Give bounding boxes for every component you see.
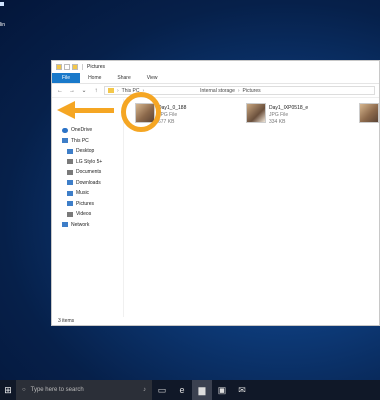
- tab-share[interactable]: Share: [109, 73, 138, 83]
- file-type: JPG File: [158, 112, 178, 118]
- recent-locations-button[interactable]: ⌄: [80, 87, 88, 94]
- file-size: 334 KB: [269, 119, 286, 125]
- item-count: 3 items: [58, 318, 75, 324]
- tab-view[interactable]: View: [139, 73, 166, 83]
- file-tile[interactable]: Day1_IXP0518_e JPG File 334 KB: [246, 103, 308, 126]
- nav-item-label: OneDrive: [71, 127, 93, 134]
- taskbar: ⊞ ○ Type here to search ♪ ▭ e ▆ ▣ ✉: [0, 380, 380, 400]
- network-icon: [62, 222, 68, 228]
- status-bar: 3 items: [52, 317, 379, 325]
- nav-item-documents[interactable]: Documents: [52, 167, 123, 178]
- microphone-icon[interactable]: ♪: [143, 387, 146, 393]
- annotation-highlight-circle: [121, 92, 161, 132]
- onedrive-icon: [62, 127, 68, 133]
- nav-item-label: Pictures: [76, 200, 95, 207]
- file-type: JPG File: [269, 112, 289, 118]
- nav-item-lg-stylo[interactable]: LG Stylo 5+: [52, 157, 123, 168]
- title-bar: Pictures: [52, 61, 379, 73]
- tab-file[interactable]: File: [52, 73, 81, 83]
- file-explorer-icon[interactable]: ▆: [192, 380, 212, 400]
- nav-item-network[interactable]: Network: [52, 220, 123, 231]
- properties-icon[interactable]: [64, 64, 70, 70]
- nav-item-label: Network: [71, 221, 90, 228]
- chevron-right-icon: ›: [237, 87, 240, 94]
- breadcrumb-pictures[interactable]: Pictures: [243, 88, 261, 94]
- forward-button[interactable]: →: [68, 88, 76, 94]
- nav-item-label: Downloads: [76, 179, 101, 186]
- folder-icon: [108, 88, 114, 93]
- store-icon[interactable]: ▣: [212, 380, 232, 400]
- chevron-right-icon: ›: [117, 87, 119, 94]
- file-name: Day1_0_188: [158, 105, 187, 111]
- desktop-icon-label: lin: [0, 22, 6, 28]
- task-view-icon[interactable]: ▭: [152, 380, 172, 400]
- nav-item-this-pc[interactable]: This PC: [52, 136, 123, 147]
- nav-item-onedrive[interactable]: OneDrive: [52, 125, 123, 136]
- nav-item-label: Videos: [76, 211, 92, 218]
- search-placeholder: Type here to search: [30, 387, 84, 393]
- file-explorer-window: Pictures File Home Share View ← → ⌄ ↑ › …: [51, 60, 380, 326]
- file-size: 677 KB: [158, 119, 175, 125]
- address-bar-row: ← → ⌄ ↑ › This PC › Internal storage › P…: [52, 84, 379, 98]
- up-button[interactable]: ↑: [92, 88, 100, 94]
- annotation-arrow-head: [57, 101, 75, 119]
- videos-icon: [67, 211, 73, 217]
- mail-icon[interactable]: ✉: [232, 380, 252, 400]
- tab-home[interactable]: Home: [80, 73, 109, 83]
- edge-icon[interactable]: e: [172, 380, 192, 400]
- desktop-folder-icon: [67, 148, 73, 154]
- file-thumbnail: [246, 103, 266, 123]
- nav-item-label: Music: [76, 190, 90, 197]
- file-list: Day1_0_188 JPG File 677 KB Day1_IXP0518_…: [123, 99, 379, 317]
- nav-item-music[interactable]: Music: [52, 188, 123, 199]
- ribbon-tabs: File Home Share View: [52, 73, 379, 84]
- search-icon: ○: [22, 387, 26, 393]
- nav-item-label: LG Stylo 5+: [76, 158, 103, 165]
- pc-icon: [62, 138, 68, 144]
- taskbar-search[interactable]: ○ Type here to search ♪: [16, 380, 152, 400]
- file-thumbnail: [359, 103, 379, 123]
- file-tile[interactable]: [359, 103, 379, 123]
- pictures-icon: [67, 201, 73, 207]
- phone-icon: [67, 159, 73, 165]
- nav-item-desktop[interactable]: Desktop: [52, 146, 123, 157]
- annotation-arrow: [74, 108, 114, 113]
- nav-item-pictures[interactable]: Pictures: [52, 199, 123, 210]
- desktop-icon[interactable]: [0, 2, 4, 6]
- nav-item-label: Desktop: [76, 148, 95, 155]
- back-button[interactable]: ←: [56, 88, 64, 94]
- window-title: Pictures: [87, 64, 106, 70]
- nav-item-videos[interactable]: Videos: [52, 209, 123, 220]
- nav-item-label: This PC: [71, 137, 89, 144]
- downloads-icon: [67, 180, 73, 186]
- start-button[interactable]: ⊞: [0, 380, 16, 400]
- nav-item-downloads[interactable]: Downloads: [52, 178, 123, 189]
- documents-icon: [67, 169, 73, 175]
- navigation-pane: OneDrive This PC Desktop LG Stylo 5+ Doc…: [52, 99, 123, 317]
- file-name: Day1_IXP0518_e: [269, 105, 309, 111]
- music-icon: [67, 190, 73, 196]
- divider: [82, 64, 83, 70]
- breadcrumb-internal-storage[interactable]: Internal storage: [200, 88, 235, 94]
- new-folder-icon[interactable]: [72, 64, 78, 70]
- nav-item-label: Documents: [76, 169, 102, 176]
- folder-icon: [56, 64, 62, 70]
